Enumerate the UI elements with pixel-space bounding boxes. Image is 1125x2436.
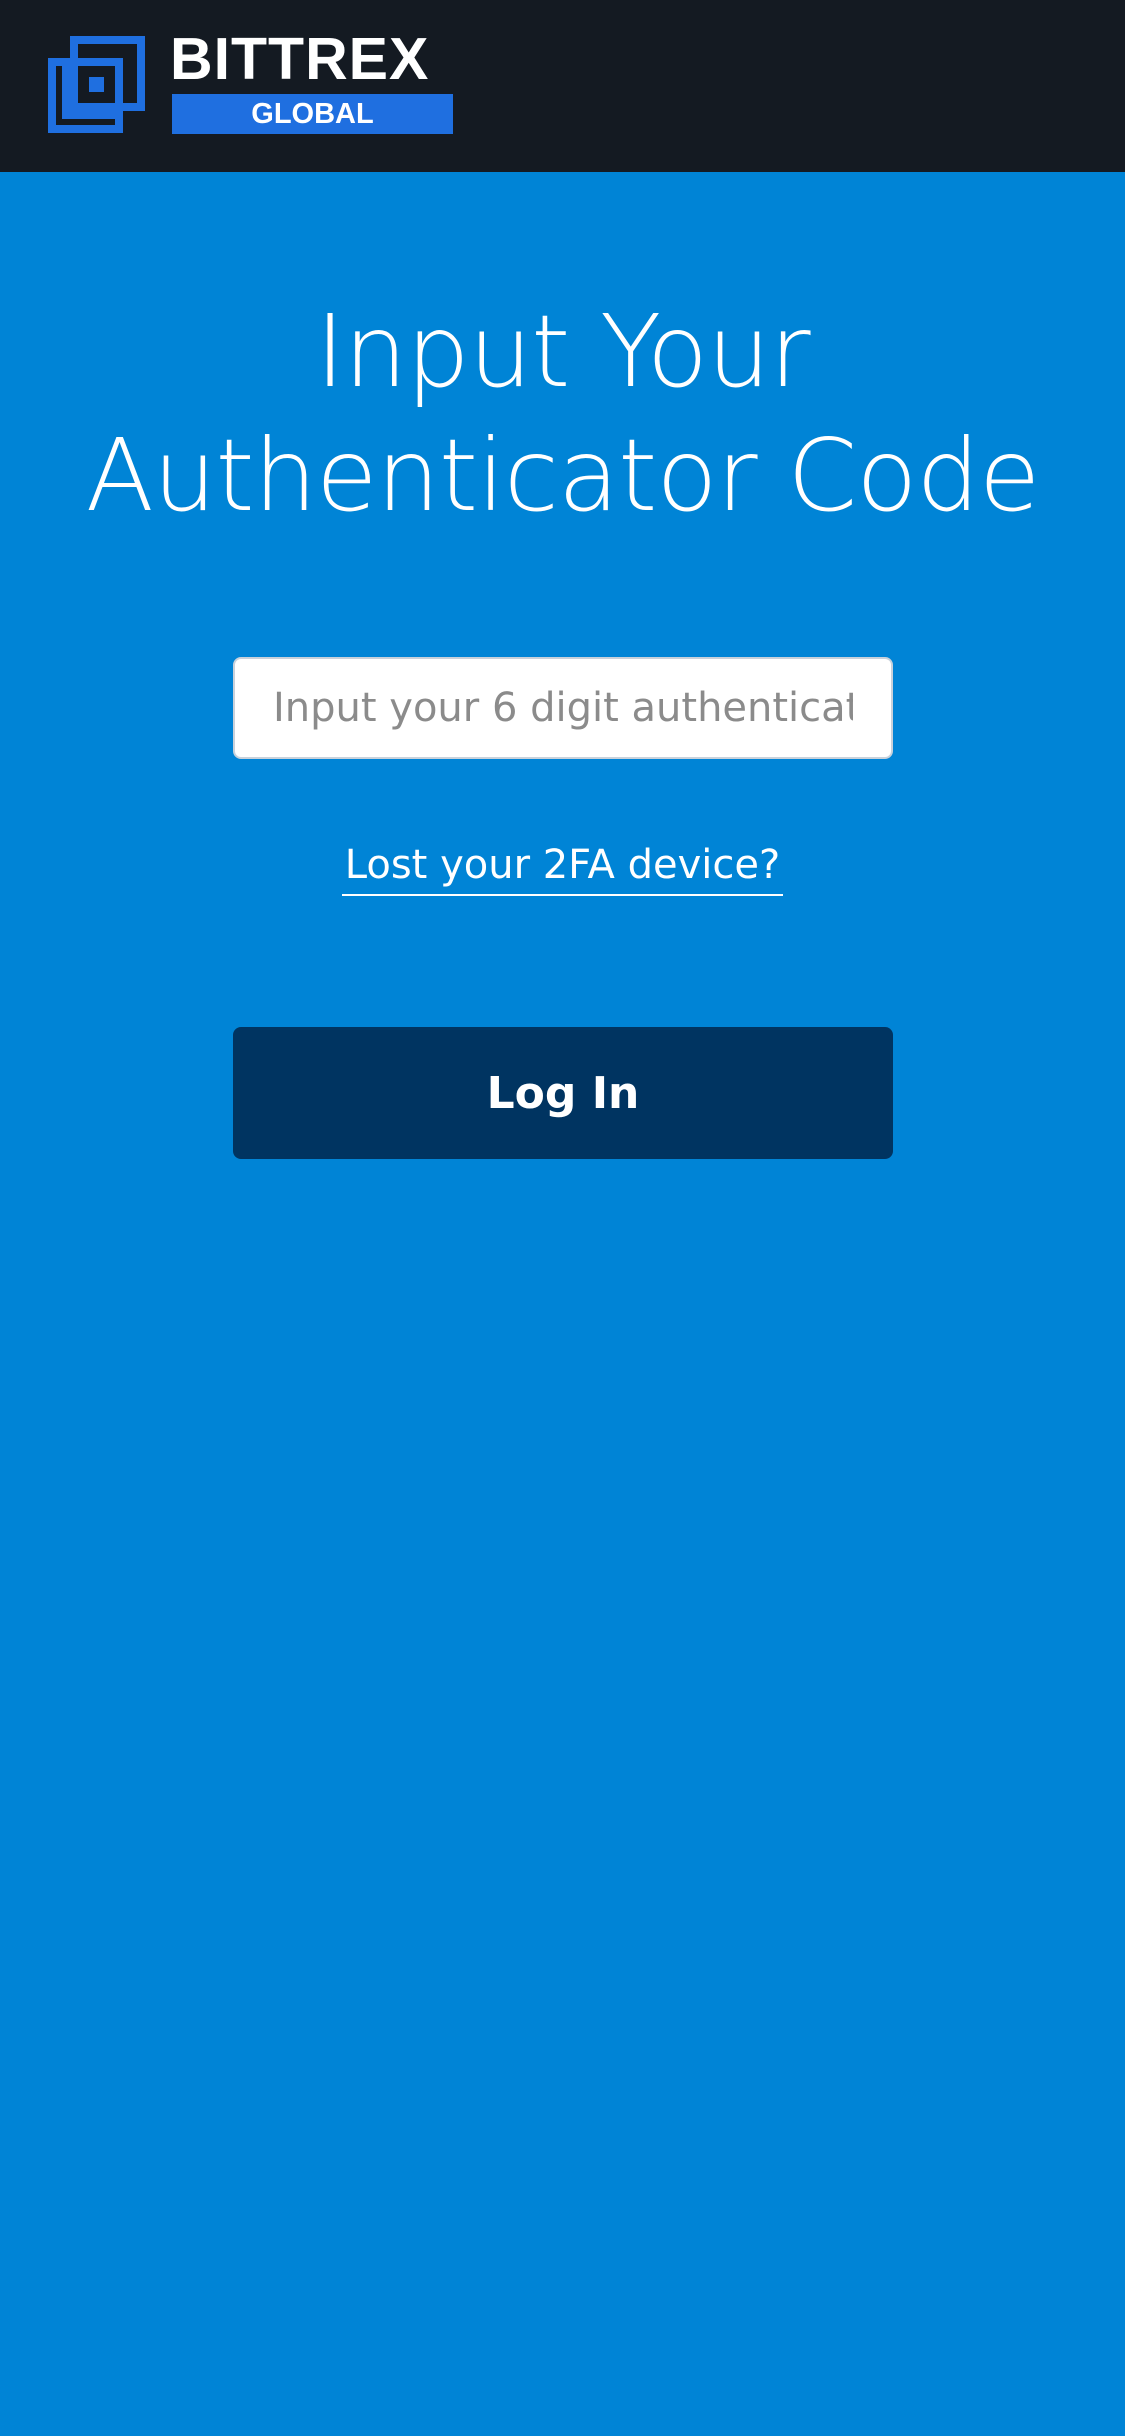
brand-wordmark: BITTREX [170, 26, 430, 92]
authenticator-code-input[interactable] [233, 657, 893, 759]
top-header: BITTREX GLOBAL [0, 0, 1125, 172]
lost-device-link-wrapper: Lost your 2FA device? [0, 842, 1125, 896]
bittrex-global-logo[interactable]: BITTREX GLOBAL [48, 30, 458, 136]
lost-2fa-device-link[interactable]: Lost your 2FA device? [341, 842, 784, 896]
log-in-button[interactable]: Log In [233, 1027, 893, 1159]
page-title: Input Your Authenticator Code [0, 290, 1125, 538]
brand-global-badge: GLOBAL [172, 94, 453, 134]
page-title-line-2: Authenticator Code [85, 417, 1041, 534]
page-title-line-1: Input Your [315, 293, 810, 410]
bittrex-logo-icon [48, 36, 145, 133]
